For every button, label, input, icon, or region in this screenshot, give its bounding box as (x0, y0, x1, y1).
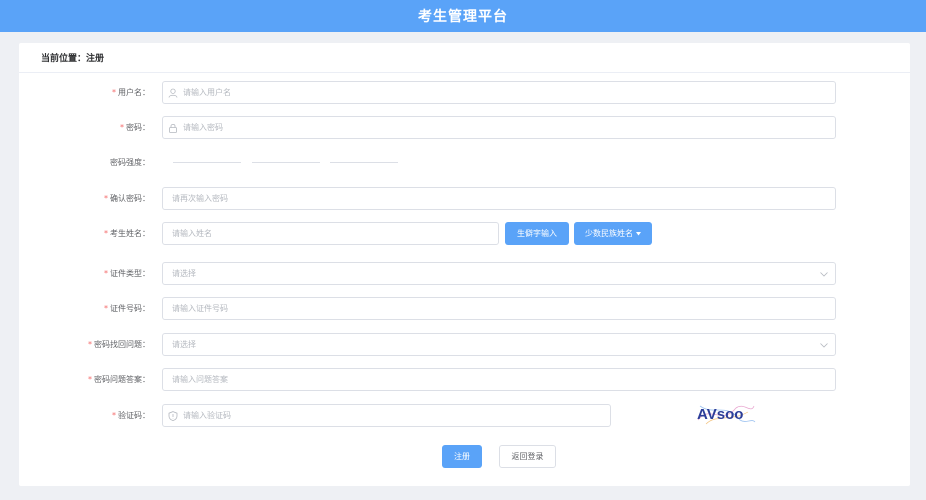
security-answer-placeholder: 请输入问题答案 (172, 375, 228, 384)
register-card: 当前位置：注册 *用户名： 请输入用户名 *密码： 请输入密码 密码强度： (19, 43, 910, 486)
id-number-placeholder: 请输入证件号码 (172, 304, 228, 313)
strength-bar-strong (330, 162, 398, 163)
user-icon (167, 87, 179, 99)
top-header: 考生管理平台 (0, 0, 926, 32)
name-placeholder: 请输入姓名 (172, 229, 212, 238)
strength-bar-weak (173, 162, 241, 163)
back-login-button[interactable]: 返回登录 (499, 445, 556, 468)
captcha-row: * 验证码： 请输入验证码 AVsoo (19, 404, 910, 427)
security-answer-row: * 密码问题答案： 请输入问题答案 (19, 368, 910, 391)
captcha-label: * 验证码： (112, 411, 150, 420)
shield-icon (167, 410, 179, 422)
security-question-row: * 密码找回问题： 请选择 (19, 333, 910, 356)
id-type-placeholder: 请选择 (172, 269, 196, 278)
security-answer-label: * 密码问题答案： (88, 375, 150, 384)
password-label: * 密码： (120, 123, 150, 132)
name-input[interactable]: 请输入姓名 (162, 222, 499, 245)
username-input[interactable]: 请输入用户名 (162, 81, 836, 104)
security-question-placeholder: 请选择 (172, 340, 196, 349)
captcha-image[interactable]: AVsoo (696, 400, 756, 426)
captcha-input[interactable]: 请输入验证码 (162, 404, 611, 427)
captcha-placeholder: 请输入验证码 (183, 411, 231, 420)
password-input[interactable]: 请输入密码 (162, 116, 836, 139)
confirm-password-row: * 确认密码： 请再次输入密码 (19, 187, 910, 210)
confirm-password-input[interactable]: 请再次输入密码 (162, 187, 836, 210)
lock-icon (167, 122, 179, 134)
rare-char-button[interactable]: 生僻字输入 (505, 222, 569, 245)
breadcrumb: 当前位置：注册 (19, 43, 910, 73)
password-placeholder: 请输入密码 (183, 123, 223, 132)
password-row: * 密码： 请输入密码 (19, 116, 910, 139)
strength-meter (19, 162, 910, 164)
confirm-password-placeholder: 请再次输入密码 (172, 194, 228, 203)
chevron-down-icon (819, 340, 829, 350)
security-question-select[interactable]: 请选择 (162, 333, 836, 356)
id-type-label: * 证件类型： (104, 269, 150, 278)
id-number-row: * 证件号码： 请输入证件号码 (19, 297, 910, 320)
name-label: * 考生姓名： (104, 229, 150, 238)
security-question-label: * 密码找回问题： (88, 340, 150, 349)
username-row: * 用户名： 请输入用户名 (19, 81, 910, 104)
username-placeholder: 请输入用户名 (183, 88, 231, 97)
id-number-label: * 证件号码： (104, 304, 150, 313)
breadcrumb-text: 当前位置：注册 (41, 54, 105, 64)
chevron-down-icon (819, 269, 829, 279)
id-type-select[interactable]: 请选择 (162, 262, 836, 285)
register-button[interactable]: 注册 (442, 445, 482, 468)
app-title: 考生管理平台 (418, 9, 508, 25)
confirm-password-label: * 确认密码： (104, 194, 150, 203)
minority-name-button-label: 少数民族姓名 (585, 229, 633, 238)
name-row: * 考生姓名： 请输入姓名 生僻字输入 少数民族姓名 (19, 222, 910, 245)
minority-name-button[interactable]: 少数民族姓名 (574, 222, 652, 245)
security-answer-input[interactable]: 请输入问题答案 (162, 368, 836, 391)
rare-char-button-label: 生僻字输入 (517, 229, 557, 238)
captcha-text: AVsoo (697, 406, 743, 423)
register-button-label: 注册 (454, 452, 470, 461)
id-number-input[interactable]: 请输入证件号码 (162, 297, 836, 320)
strength-row: 密码强度： (19, 156, 910, 168)
id-type-row: * 证件类型： 请选择 (19, 262, 910, 285)
username-label: * 用户名： (112, 88, 150, 97)
caret-down-icon (636, 231, 641, 236)
back-login-button-label: 返回登录 (511, 452, 544, 461)
strength-bar-medium (252, 162, 320, 163)
